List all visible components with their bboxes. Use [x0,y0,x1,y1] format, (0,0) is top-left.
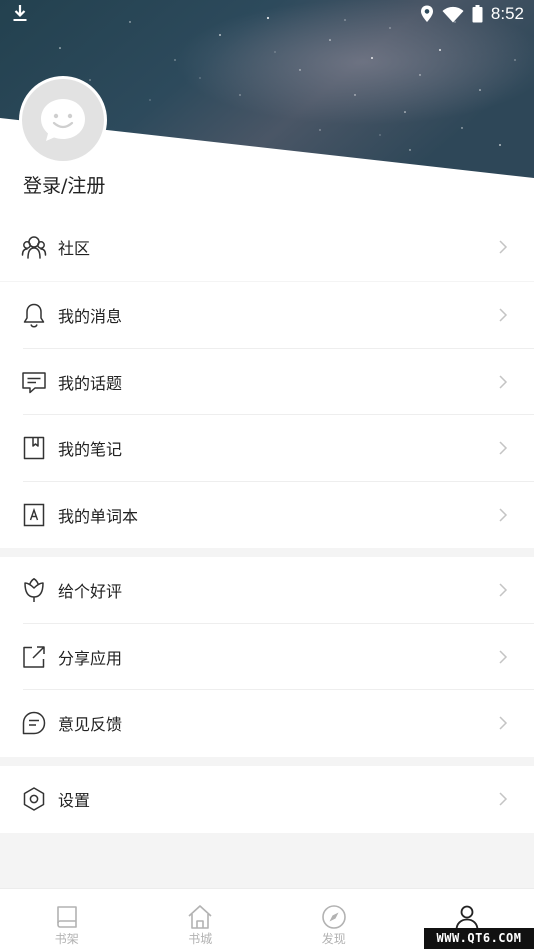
tab-discover[interactable]: 发现 [267,889,401,949]
watermark: WWW.QT6.COM [424,928,534,949]
download-icon [13,5,27,21]
share-icon [23,646,45,668]
login-register-link[interactable]: 登录/注册 [23,171,105,198]
menu-item-share[interactable]: 分享应用 [0,624,534,690]
battery-icon [472,5,483,23]
menu-item-label: 我的笔记 [58,440,123,460]
avatar[interactable] [19,76,107,164]
menu-item-vocabulary[interactable]: 我的单词本 [0,482,534,549]
chevron-right-icon [499,308,508,322]
chat-bubble-icon [22,372,46,393]
letter-a-icon [23,503,45,526]
menu-item-rate[interactable]: 给个好评 [0,557,534,624]
menu-item-messages[interactable]: 我的消息 [0,282,534,349]
menu-item-topics[interactable]: 我的话题 [0,349,534,415]
menu-item-feedback[interactable]: 意见反馈 [0,690,534,757]
menu-item-label: 我的消息 [58,307,123,327]
chevron-right-icon [499,650,508,664]
menu-item-label: 意见反馈 [58,715,123,735]
settings-section: 设置 [0,766,534,833]
menu-item-label: 社区 [58,239,91,259]
menu-item-label: 给个好评 [58,582,123,602]
community-section: 社区 [0,214,534,289]
chevron-right-icon [499,716,508,730]
chevron-right-icon [499,375,508,389]
my-content-section: 我的消息 我的话题 我的笔记 我的单词本 [0,282,534,548]
menu-item-notes[interactable]: 我的笔记 [0,415,534,482]
feedback-icon [22,712,46,735]
person-icon [455,905,479,931]
hexagon-settings-icon [23,787,45,811]
tulip-icon [24,578,44,603]
tab-bookshelf[interactable]: 书架 [0,889,134,949]
compass-icon [321,905,346,929]
menu-item-label: 设置 [58,791,91,811]
menu-item-label: 我的话题 [58,373,123,393]
community-icon [21,236,47,259]
status-time: 8:52 [490,4,524,23]
bookmark-note-icon [23,437,45,460]
chevron-right-icon [499,441,508,455]
status-bar: 8:52 [0,0,534,30]
tab-label: 书架 [54,932,79,946]
tab-bookstore[interactable]: 书城 [134,889,268,949]
app-actions-section: 给个好评 分享应用 意见反馈 [0,557,534,757]
profile-header: 8:52 登录/注册 [0,0,534,222]
menu-item-label: 分享应用 [58,648,123,668]
menu-item-settings[interactable]: 设置 [0,766,534,833]
chevron-right-icon [499,792,508,806]
bookshelf-icon [56,906,77,928]
menu-item-label: 我的单词本 [58,506,139,526]
menu-item-community[interactable]: 社区 [0,214,534,281]
location-icon [420,5,433,22]
chevron-right-icon [499,583,508,597]
home-icon [188,905,212,929]
tab-label: 书城 [188,932,213,946]
wifi-icon [442,6,464,22]
default-avatar-icon [41,99,85,141]
chevron-right-icon [499,240,508,254]
chevron-right-icon [499,508,508,522]
tab-label: 发现 [321,932,346,946]
bell-icon [23,304,45,328]
